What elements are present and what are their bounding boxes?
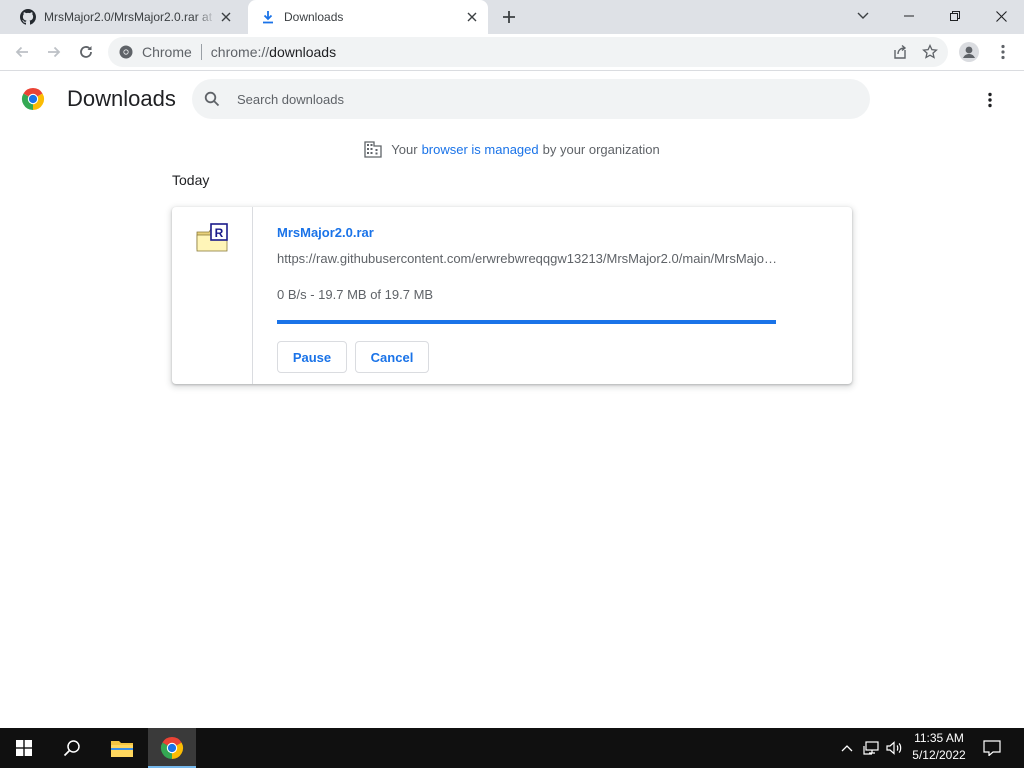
forward-button[interactable]: [40, 38, 68, 66]
avatar-icon: [959, 42, 979, 62]
profile-button[interactable]: [956, 39, 982, 65]
more-vertical-icon: [988, 92, 992, 108]
close-icon: [995, 10, 1007, 22]
minimize-icon: [904, 15, 914, 17]
download-item: R MrsMajor2.0.rar https://raw.githubuser…: [172, 207, 852, 384]
close-window-button[interactable]: [978, 0, 1024, 32]
tab-search-button[interactable]: [840, 0, 886, 32]
cancel-button[interactable]: Cancel: [355, 341, 429, 373]
clock-time: 11:35 AM: [914, 731, 964, 745]
progress-fill: [277, 320, 776, 324]
restore-button[interactable]: [932, 0, 978, 32]
reload-icon: [80, 46, 92, 58]
new-tab-button[interactable]: [496, 5, 522, 29]
download-icon: [260, 9, 276, 25]
pause-button[interactable]: Pause: [277, 341, 347, 373]
downloads-menu-button[interactable]: [978, 88, 1002, 112]
search-downloads-box[interactable]: [192, 79, 870, 119]
tab-github[interactable]: MrsMajor2.0/MrsMajor2.0.rar at main: [8, 0, 246, 34]
back-button[interactable]: [8, 38, 36, 66]
tab-downloads[interactable]: Downloads: [248, 0, 488, 34]
managed-link[interactable]: browser is managed: [422, 142, 539, 157]
file-explorer-button[interactable]: [98, 728, 146, 768]
browser-toolbar: Chrome chrome://downloads: [0, 34, 1024, 71]
url-path: downloads: [269, 44, 337, 60]
github-icon: [20, 9, 36, 25]
clock-date: 5/12/2022: [912, 748, 966, 762]
bookmark-star-icon[interactable]: [922, 43, 938, 63]
svg-text:R: R: [215, 226, 224, 240]
volume-button[interactable]: [884, 728, 906, 768]
download-progress-bar: [277, 320, 776, 324]
file-icon-column: R: [172, 207, 253, 384]
chevron-down-icon: [857, 12, 869, 19]
folder-icon: [111, 741, 133, 757]
notification-icon: [983, 740, 1001, 756]
taskbar-search-button[interactable]: [48, 728, 96, 768]
tab-title: MrsMajor2.0/MrsMajor2.0.rar at main: [44, 10, 216, 24]
managed-prefix: Your: [391, 141, 418, 157]
chevron-up-icon: [841, 745, 853, 752]
url-text: chrome://downloads: [211, 44, 336, 60]
close-tab-icon[interactable]: [462, 7, 482, 27]
chrome-logo-icon: [160, 737, 184, 759]
action-center-button[interactable]: [978, 728, 1006, 768]
tab-title: Downloads: [284, 10, 344, 24]
file-name-link[interactable]: MrsMajor2.0.rar: [277, 225, 374, 240]
arrow-right-icon: [48, 46, 61, 58]
share-icon[interactable]: [892, 44, 908, 63]
show-hidden-icons-button[interactable]: [838, 728, 856, 768]
more-vertical-icon: [1001, 44, 1005, 60]
reload-button[interactable]: [72, 38, 100, 66]
rar-file-icon: R: [196, 223, 228, 252]
start-button[interactable]: [0, 728, 48, 768]
omnibox-divider: [200, 44, 202, 60]
arrow-left-icon: [15, 46, 28, 58]
download-status: 0 B/s - 19.7 MB of 19.7 MB: [277, 287, 434, 302]
restore-icon: [950, 11, 960, 21]
building-icon: [364, 141, 382, 158]
downloads-header: Downloads: [0, 72, 1024, 128]
close-tab-icon[interactable]: [216, 7, 236, 27]
windows-logo-icon: [16, 740, 32, 756]
search-input[interactable]: [237, 91, 837, 107]
chrome-icon: [119, 45, 133, 59]
managed-notice: Your browser is managed by your organiza…: [0, 138, 1024, 160]
source-url[interactable]: https://raw.githubusercontent.com/erwreb…: [277, 251, 777, 266]
network-icon: [863, 741, 879, 755]
chrome-taskbar-button[interactable]: [148, 728, 196, 768]
browser-menu-button[interactable]: [990, 39, 1016, 65]
minimize-button[interactable]: [886, 0, 932, 32]
tab-strip: MrsMajor2.0/MrsMajor2.0.rar at main Down…: [0, 0, 1024, 34]
search-icon: [204, 91, 220, 107]
address-bar[interactable]: Chrome chrome://downloads: [108, 37, 948, 67]
taskbar-clock[interactable]: 11:35 AM 5/12/2022: [906, 730, 972, 766]
chrome-logo-icon: [21, 88, 45, 110]
omnibox-chrome-label: Chrome: [142, 44, 192, 60]
url-scheme: chrome://: [210, 44, 270, 60]
windows-taskbar: 11:35 AM 5/12/2022: [0, 728, 1024, 768]
network-button[interactable]: [860, 728, 882, 768]
managed-suffix: by your organization: [542, 141, 660, 157]
search-icon: [63, 740, 80, 757]
date-section-heading: Today: [172, 172, 210, 188]
volume-icon: [886, 741, 902, 755]
page-title: Downloads: [67, 86, 176, 111]
